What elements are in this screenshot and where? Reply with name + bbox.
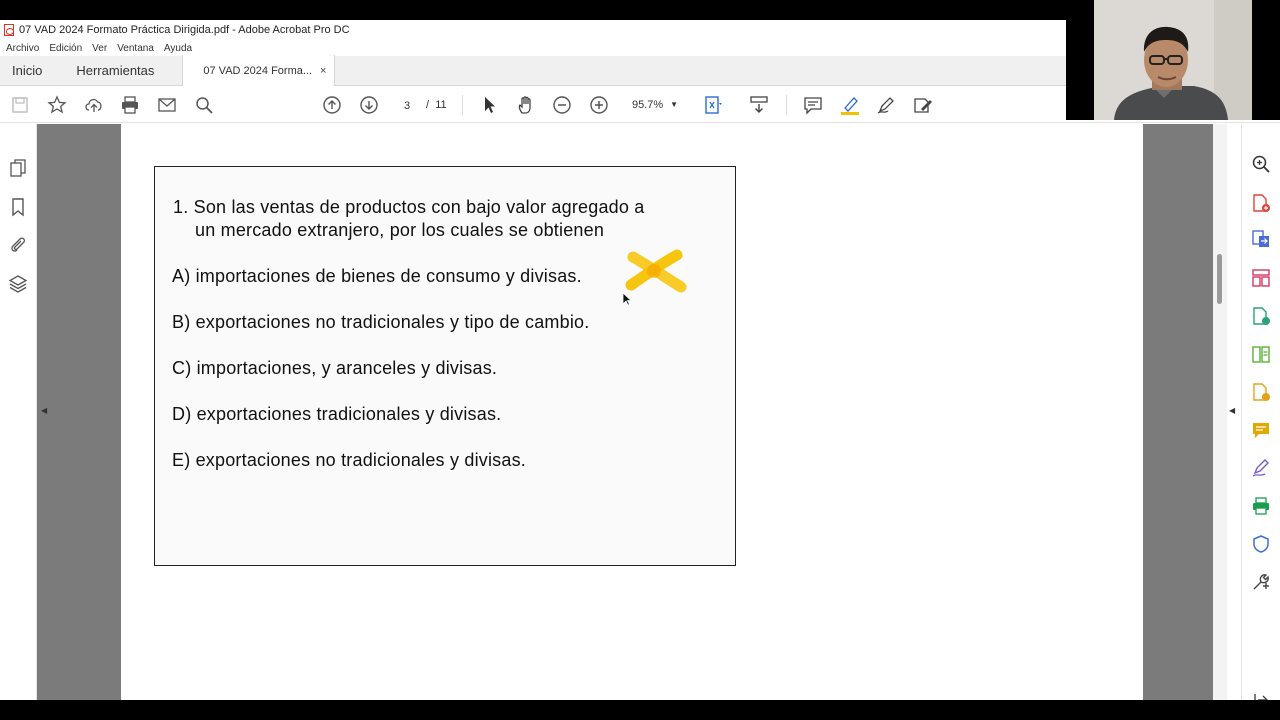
window-title: 07 VAD 2024 Formato Práctica Dirigida.pd… bbox=[19, 24, 350, 36]
compare-files-icon[interactable] bbox=[1251, 344, 1271, 364]
print-production-icon[interactable] bbox=[1251, 496, 1271, 516]
comment-tool-icon[interactable] bbox=[1251, 420, 1271, 440]
zoom-out-icon[interactable] bbox=[551, 94, 573, 116]
organize-pages-icon[interactable] bbox=[1251, 268, 1271, 288]
highlight-pen-icon[interactable] bbox=[839, 94, 861, 116]
bookmark-icon[interactable] bbox=[8, 197, 28, 217]
protect-shield-icon[interactable] bbox=[1251, 534, 1271, 554]
pdf-page: 1. Son las ventas de productos con bajo … bbox=[121, 124, 1143, 700]
upload-cloud-icon[interactable] bbox=[83, 94, 105, 116]
question-box: 1. Son las ventas de productos con bajo … bbox=[154, 166, 736, 566]
right-tools-rail bbox=[1241, 124, 1280, 700]
edit-pdf-icon[interactable] bbox=[912, 94, 934, 116]
vertical-scrollbar[interactable] bbox=[1213, 124, 1227, 700]
zoom-in-icon[interactable] bbox=[588, 94, 610, 116]
page-separator: / bbox=[426, 99, 430, 111]
close-tab-icon[interactable]: × bbox=[320, 65, 326, 77]
question-line-2: un mercado extranjero, por los cuales se… bbox=[195, 220, 605, 240]
zoom-value: 95.7% bbox=[632, 99, 664, 111]
page-thumbnails-icon[interactable] bbox=[8, 158, 28, 178]
presenter-video bbox=[1094, 0, 1252, 120]
tab-document-label: 07 VAD 2024 Forma... bbox=[203, 64, 313, 77]
combine-files-icon[interactable] bbox=[1251, 382, 1271, 402]
email-icon[interactable] bbox=[156, 94, 178, 116]
mouse-cursor-icon bbox=[622, 292, 632, 306]
zoom-search-icon[interactable] bbox=[1251, 154, 1271, 174]
collapse-left-panel-icon[interactable]: ◀ bbox=[41, 406, 47, 415]
search-icon[interactable] bbox=[193, 94, 215, 116]
toolbar-divider bbox=[462, 95, 463, 115]
highlighter-x-mark bbox=[625, 249, 687, 293]
question-line-1: 1. Son las ventas de productos con bajo … bbox=[173, 197, 645, 217]
option-d: D) exportaciones tradicionales y divisas… bbox=[172, 404, 502, 424]
option-a: A) importaciones de bienes de consumo y … bbox=[172, 266, 582, 286]
pdf-file-icon bbox=[4, 24, 14, 36]
tab-tools[interactable]: Herramientas bbox=[64, 55, 166, 85]
fill-sign-icon[interactable] bbox=[1251, 458, 1271, 478]
scroll-mode-icon[interactable] bbox=[748, 94, 770, 116]
chevron-down-icon: ▼ bbox=[670, 100, 678, 109]
option-e: E) exportaciones no tradicionales y divi… bbox=[172, 450, 526, 470]
print-icon[interactable] bbox=[119, 94, 141, 116]
zoom-select[interactable]: 95.7% ▼ bbox=[624, 96, 686, 114]
tab-home[interactable]: Inicio bbox=[0, 55, 54, 85]
attachment-icon[interactable] bbox=[8, 235, 28, 255]
sign-pen-icon[interactable] bbox=[875, 94, 897, 116]
comment-icon[interactable] bbox=[802, 94, 824, 116]
menu-ventana[interactable]: Ventana bbox=[117, 43, 154, 54]
toolbar-divider bbox=[786, 95, 787, 115]
more-tools-icon[interactable] bbox=[1251, 572, 1271, 592]
webcam-feed bbox=[1094, 0, 1252, 120]
menu-ayuda[interactable]: Ayuda bbox=[164, 43, 192, 54]
menu-archivo[interactable]: Archivo bbox=[6, 43, 39, 54]
collapse-right-panel-icon[interactable]: ◀ bbox=[1229, 406, 1235, 415]
webcam-overlay bbox=[1066, 0, 1280, 120]
page-number-input[interactable]: 3 bbox=[396, 96, 418, 114]
option-c: C) importaciones, y aranceles y divisas. bbox=[172, 358, 498, 378]
left-navigation-rail bbox=[0, 124, 37, 700]
fit-page-icon[interactable] bbox=[702, 94, 724, 116]
expand-panel-icon[interactable] bbox=[1251, 690, 1271, 700]
total-pages: 11 bbox=[435, 99, 447, 111]
scrollbar-thumb[interactable] bbox=[1217, 254, 1222, 304]
option-b: B) exportaciones no tradicionales y tipo… bbox=[172, 312, 590, 332]
screen: 07 VAD 2024 Formato Práctica Dirigida.pd… bbox=[0, 0, 1280, 720]
document-viewport[interactable]: ◀ 1. Son las ventas de productos con baj… bbox=[37, 124, 1213, 700]
next-page-icon[interactable] bbox=[358, 94, 380, 116]
tab-document[interactable]: 07 VAD 2024 Forma... × bbox=[182, 55, 336, 86]
star-icon[interactable] bbox=[46, 94, 68, 116]
acrobat-window: 07 VAD 2024 Formato Práctica Dirigida.pd… bbox=[0, 20, 1280, 700]
select-cursor-icon[interactable] bbox=[478, 94, 500, 116]
menu-ver[interactable]: Ver bbox=[92, 43, 107, 54]
save-icon[interactable] bbox=[9, 94, 31, 116]
menu-edicion[interactable]: Edición bbox=[49, 43, 82, 54]
send-for-review-icon[interactable] bbox=[1251, 306, 1271, 326]
hand-tool-icon[interactable] bbox=[515, 94, 537, 116]
export-pdf-icon[interactable] bbox=[1251, 229, 1271, 249]
page-count: / 11 bbox=[426, 96, 447, 114]
layers-icon[interactable] bbox=[8, 274, 28, 294]
create-pdf-icon[interactable] bbox=[1251, 193, 1271, 213]
previous-page-icon[interactable] bbox=[321, 94, 343, 116]
